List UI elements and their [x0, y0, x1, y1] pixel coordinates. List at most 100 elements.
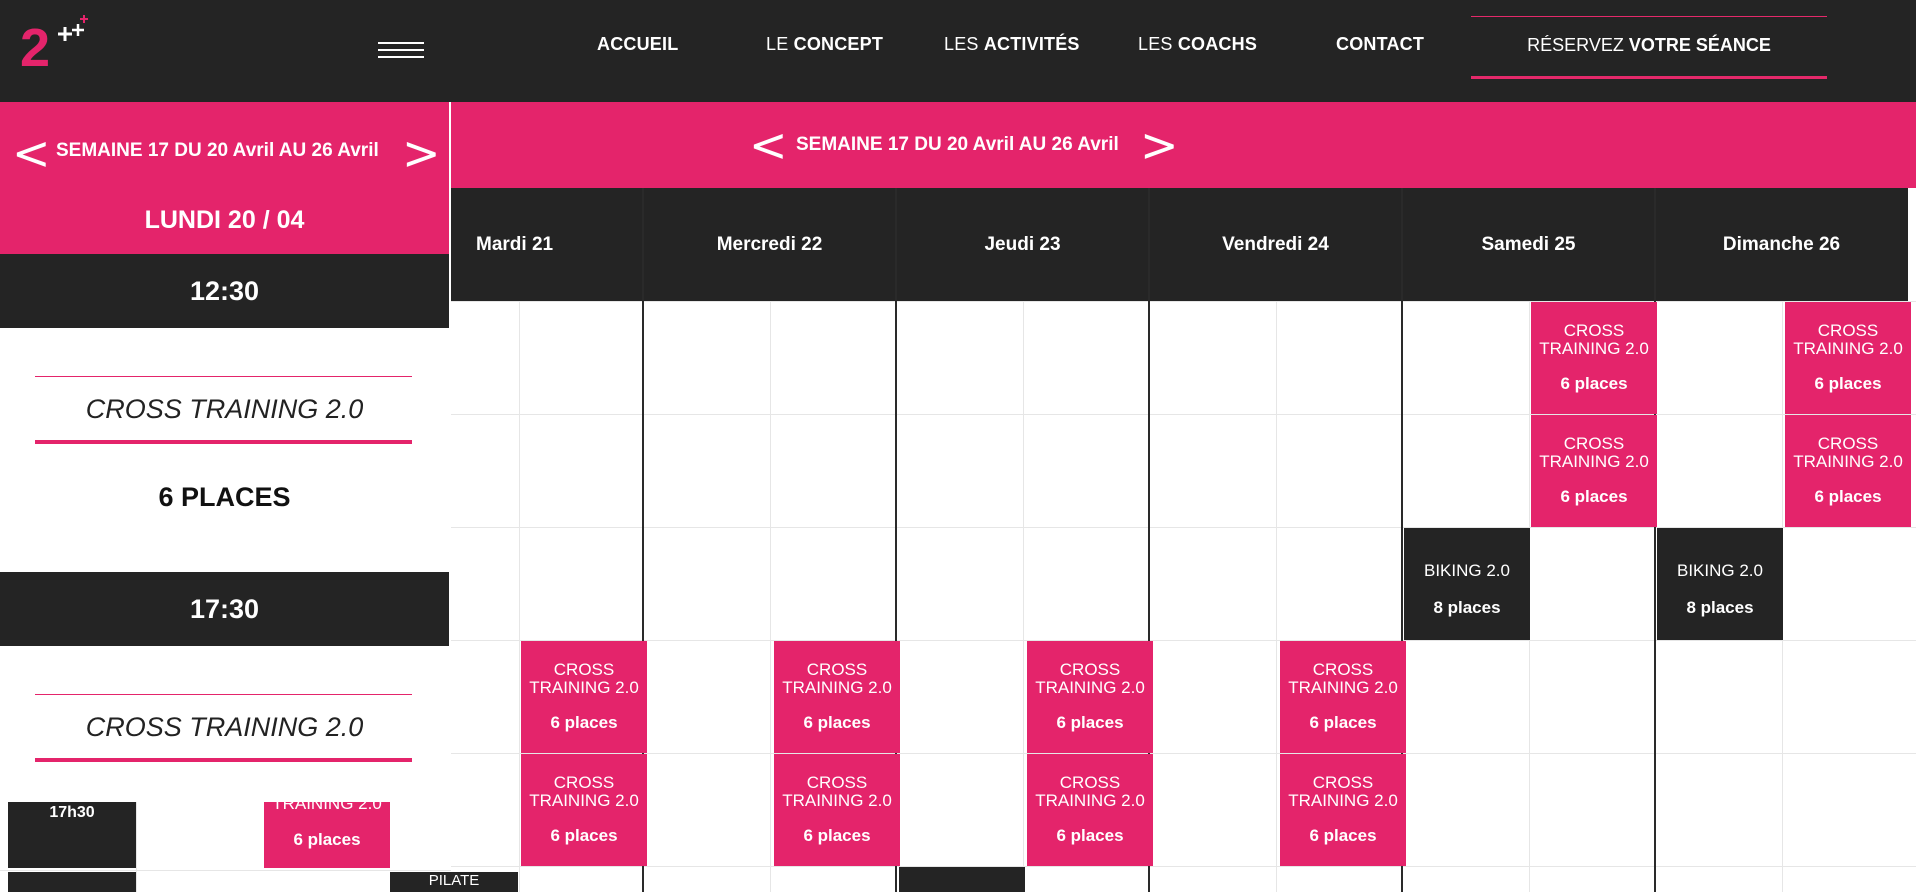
grid-col-line	[770, 301, 771, 892]
day-header-label: Samedi 25	[1481, 234, 1576, 255]
slot-card[interactable]: CROSS TRAINING 2.0	[0, 646, 449, 802]
mobile-header: 2	[0, 0, 449, 102]
session-cell[interactable]: BIKING 2.0 8 places	[1657, 528, 1783, 640]
session-places: 6 places	[803, 826, 871, 845]
day-header-label: Mardi 21	[476, 234, 554, 255]
mobile-week-label: SEMAINE 17 DU 20 Avril AU 26 Avril	[56, 140, 379, 161]
session-name: CROSS TRAINING 2.0	[529, 660, 639, 697]
schedule-grid: Mardi 21 Mercredi 22 Jeudi 23 Vendredi 24 Sa…	[451, 188, 1916, 892]
session-cell[interactable]: CROSS TRAINING 2.0 6 places	[1531, 415, 1657, 527]
nav-contact-label: CONTACT	[1336, 34, 1425, 54]
prev-week-arrow-icon[interactable]: <	[749, 122, 788, 168]
session-places: 6 places	[1056, 826, 1124, 845]
nav-accueil-label: ACCUEIL	[597, 34, 679, 54]
session-cell[interactable]: CROSS TRAINING 2.0 6 places	[1785, 415, 1911, 527]
session-places: 6 places	[803, 713, 871, 732]
grid-row-line	[451, 866, 1916, 867]
nav-activites[interactable]: LES ACTIVITÉS	[944, 34, 1080, 55]
session-cell[interactable]: CROSS TRAINING 2.0 6 places	[1280, 641, 1406, 753]
session-cell[interactable]: CROSS TRAINING 2.0 6 places	[1280, 754, 1406, 866]
session-cell[interactable]: CROSS TRAINING 2.0 6 places	[521, 641, 647, 753]
session-cell[interactable]: CROSS TRAINING 2.0 6 places	[1785, 302, 1911, 414]
day-header: Mercredi 22	[643, 188, 896, 301]
logo-text: 2	[20, 18, 50, 74]
session-places: 6 places	[1309, 713, 1377, 732]
reserve-button[interactable]: RÉSERVEZ VOTRE SÉANCE	[1471, 16, 1827, 79]
session-cell[interactable]: CROSS TRAINING 2.0 6 places	[1027, 754, 1153, 866]
session-places: 6 places	[1560, 374, 1628, 393]
session-name: CROSS TRAINING 2.0	[1793, 434, 1903, 471]
session-cell[interactable]: CROSS TRAINING 2.0 6 places	[774, 641, 900, 753]
grid-col-line	[1276, 301, 1277, 892]
session-name: CROSS TRAINING 2.0	[782, 773, 892, 810]
reserve-bold: VOTRE SÉANCE	[1628, 35, 1771, 55]
nav-contact[interactable]: CONTACT	[1336, 34, 1424, 55]
bottom-schedule-fragment: 17h30 TRAINING 2.0 6 places PILATE	[0, 802, 518, 892]
grid-col-line	[519, 301, 520, 892]
session-name: BIKING 2.0	[1424, 561, 1510, 580]
mobile-next-arrow-icon[interactable]: >	[402, 130, 441, 176]
day-header-label: Dimanche 26	[1722, 234, 1841, 255]
session-places: 6 places	[1309, 826, 1377, 845]
week-banner: < SEMAINE 17 DU 20 Avril AU 26 Avril >	[451, 102, 1916, 188]
session-name: BIKING 2.0	[1677, 561, 1763, 580]
session-cell[interactable]: CROSS TRAINING 2.0 6 places	[1027, 641, 1153, 753]
next-week-arrow-icon[interactable]: >	[1140, 122, 1179, 168]
grid-row-line	[451, 753, 1916, 754]
day-header: Mardi 21	[451, 188, 643, 301]
slot-time: 12:30	[0, 254, 449, 328]
grid-row-line	[451, 301, 1916, 302]
mobile-prev-arrow-icon[interactable]: <	[12, 130, 51, 176]
session-name: CROSS TRAINING 2.0	[1035, 660, 1145, 697]
grid-row-line	[451, 414, 1916, 415]
session-places: 8 places	[1686, 598, 1754, 617]
reserve-label: RÉSERVEZ VOTRE SÉANCE	[1471, 35, 1827, 56]
grid-row-line	[451, 640, 1916, 641]
session-places: 8 places	[1433, 598, 1501, 617]
session-cell[interactable]: CROSS TRAINING 2.0 6 places	[521, 754, 647, 866]
mobile-day-title: LUNDI 20 / 04	[144, 206, 305, 234]
session-places: 6 places	[1814, 487, 1882, 506]
slot-time: 17:30	[0, 572, 449, 646]
day-header: Vendredi 24	[1149, 188, 1402, 301]
nav-concept[interactable]: LE CONCEPT	[766, 34, 883, 55]
session-name: CROSS TRAINING 2.0	[782, 660, 892, 697]
reserve-prefix: RÉSERVEZ	[1527, 35, 1624, 55]
hamburger-menu-icon[interactable]	[378, 42, 424, 62]
nav-concept-prefix: LE	[766, 34, 789, 54]
session-places: 6 places	[293, 830, 361, 849]
session-name: CROSS TRAINING 2.0	[1288, 660, 1398, 697]
day-header-label: Jeudi 23	[984, 234, 1061, 255]
session-cell[interactable]: BIKING 2.0 8 places	[1404, 528, 1530, 640]
session-name: CROSS TRAINING 2.0	[1539, 434, 1649, 471]
mobile-panel: 2 < SEMAINE 17 DU 20 Avril AU 26 Avril >…	[0, 0, 449, 802]
session-places: 6 places	[1814, 374, 1882, 393]
nav-concept-label: CONCEPT	[793, 34, 884, 54]
grid-col-line	[1023, 301, 1024, 892]
session-name: CROSS TRAINING 2.0	[529, 773, 639, 810]
nav-coachs-label: COACHS	[1177, 34, 1258, 54]
time-slot-label: 17h30	[8, 802, 136, 868]
session-name: CROSS TRAINING 2.0	[1793, 321, 1903, 358]
session-name: TRAINING 2.0	[272, 802, 382, 813]
session-cell[interactable]: TRAINING 2.0 6 places	[264, 802, 390, 868]
session-places: 6 places	[1560, 487, 1628, 506]
mobile-week-banner: < SEMAINE 17 DU 20 Avril AU 26 Avril > L…	[0, 102, 449, 254]
session-cell[interactable]: CROSS TRAINING 2.0 6 places	[774, 754, 900, 866]
session-places: 6 places	[550, 826, 618, 845]
logo-icon[interactable]: 2	[20, 14, 100, 74]
nav-accueil[interactable]: ACCUEIL	[597, 34, 678, 55]
session-cell[interactable]	[899, 867, 1025, 892]
slot-places: 6 PLACES	[158, 482, 291, 512]
session-cell[interactable]: PILATE	[390, 872, 518, 892]
nav-activites-prefix: LES	[944, 34, 979, 54]
session-name: CROSS TRAINING 2.0	[1288, 773, 1398, 810]
nav-coachs[interactable]: LES COACHS	[1138, 34, 1257, 55]
nav-activites-label: ACTIVITÉS	[983, 34, 1080, 54]
day-header: Dimanche 26	[1655, 188, 1908, 301]
slot-card[interactable]: CROSS TRAINING 2.0 6 PLACES	[0, 328, 449, 572]
slot-course-name: CROSS TRAINING 2.0	[85, 394, 364, 424]
session-cell[interactable]: CROSS TRAINING 2.0 6 places	[1531, 302, 1657, 414]
time-slot-label	[8, 872, 136, 892]
nav-coachs-prefix: LES	[1138, 34, 1173, 54]
